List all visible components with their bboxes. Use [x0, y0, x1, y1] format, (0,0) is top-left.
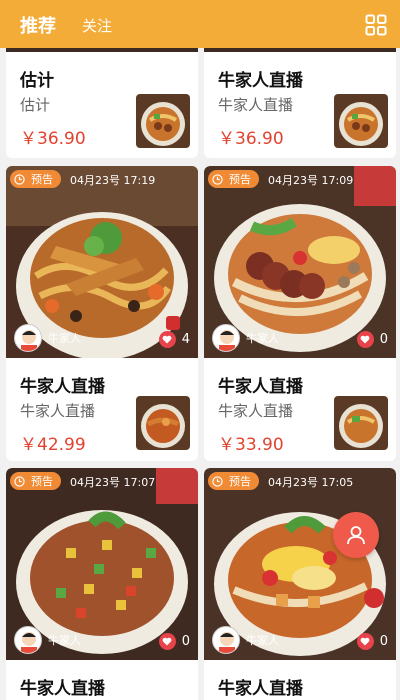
live-card[interactable]: 估计 估计 ￥36.90: [6, 48, 198, 158]
badge-label: 预告: [31, 173, 53, 186]
product-thumbnail: [136, 94, 190, 148]
preview-badge: 预告: [208, 472, 259, 490]
product-thumbnail: [136, 396, 190, 450]
cover-image: 预告 04月23号 17:19 牛家人 4: [6, 166, 198, 358]
grid-icon[interactable]: [365, 14, 387, 36]
cover-image: [204, 48, 396, 52]
card-title: 估计: [20, 71, 54, 91]
owner-name: 牛家人: [48, 634, 81, 647]
card-price: ￥33.90: [218, 435, 284, 455]
live-card[interactable]: 预告 04月23号 17:05 牛家人 0 牛家人直播: [204, 468, 396, 700]
like-counter[interactable]: 0: [356, 633, 388, 650]
preview-badge: 预告: [10, 472, 61, 490]
clock-icon: [212, 173, 223, 185]
card-title: 牛家人直播: [218, 679, 303, 699]
profile-fab[interactable]: [333, 512, 379, 558]
card-price: ￥42.99: [20, 435, 86, 455]
tab-recommend[interactable]: 推荐: [20, 12, 56, 38]
clock-icon: [14, 173, 25, 185]
product-thumbnail: [334, 94, 388, 148]
live-datetime: 04月23号 17:07: [70, 476, 156, 489]
like-counter[interactable]: 0: [158, 633, 190, 650]
card-subtitle: 牛家人直播: [20, 402, 96, 420]
top-bar: 推荐 关注: [0, 0, 400, 48]
like-counter[interactable]: 0: [356, 331, 388, 348]
like-count: 0: [379, 634, 388, 649]
card-price: ￥36.90: [218, 129, 284, 149]
card-title: 牛家人直播: [20, 377, 105, 397]
like-count: 0: [181, 634, 190, 649]
product-thumbnail: [334, 396, 388, 450]
like-count: 4: [181, 332, 190, 347]
card-subtitle: 估计: [20, 96, 51, 114]
live-card[interactable]: 预告 04月23号 17:09 牛家人 0 牛家人直播 牛家人直播 ￥33.90: [204, 166, 396, 461]
preview-badge: 预告: [10, 170, 61, 188]
preview-badge: 预告: [208, 170, 259, 188]
live-card[interactable]: 预告 04月23号 17:19 牛家人 4 牛家人直播 牛家人直播 ￥42.99: [6, 166, 198, 461]
card-title: 牛家人直播: [218, 71, 303, 91]
cover-image: [6, 48, 198, 52]
card-subtitle: 牛家人直播: [218, 96, 294, 114]
live-datetime: 04月23号 17:19: [70, 174, 156, 187]
cover-image: 预告 04月23号 17:05 牛家人 0: [204, 468, 396, 660]
like-count: 0: [379, 332, 388, 347]
avatar[interactable]: [14, 324, 42, 352]
live-card[interactable]: 牛家人直播 牛家人直播 ￥36.90: [204, 48, 396, 158]
card-title: 牛家人直播: [20, 679, 105, 699]
owner-name: 牛家人: [246, 332, 279, 345]
clock-icon: [212, 475, 223, 487]
user-icon: [347, 526, 365, 545]
owner-name: 牛家人: [246, 634, 279, 647]
live-card[interactable]: 预告 04月23号 17:07 牛家人 0 牛家人直播: [6, 468, 198, 700]
card-subtitle: 牛家人直播: [218, 402, 294, 420]
tab-follow[interactable]: 关注: [82, 15, 112, 36]
badge-label: 预告: [229, 475, 251, 488]
clock-icon: [14, 475, 25, 487]
badge-label: 预告: [31, 475, 53, 488]
owner-name: 牛家人: [48, 332, 81, 345]
like-counter[interactable]: 4: [158, 331, 190, 348]
live-datetime: 04月23号 17:05: [268, 476, 354, 489]
heart-icon: [158, 331, 176, 348]
card-title: 牛家人直播: [218, 377, 303, 397]
heart-icon: [356, 633, 374, 650]
badge-label: 预告: [229, 173, 251, 186]
avatar[interactable]: [14, 626, 42, 654]
card-price: ￥36.90: [20, 129, 86, 149]
avatar[interactable]: [212, 626, 240, 654]
live-feed[interactable]: 估计 估计 ￥36.90 牛家人直播 牛家人直播 ￥36.90 预告 04月23…: [0, 48, 400, 700]
heart-icon: [158, 633, 176, 650]
live-datetime: 04月23号 17:09: [268, 174, 354, 187]
heart-icon: [356, 331, 374, 348]
cover-image: 预告 04月23号 17:07 牛家人 0: [6, 468, 198, 660]
avatar[interactable]: [212, 324, 240, 352]
cover-image: 预告 04月23号 17:09 牛家人 0: [204, 166, 396, 358]
